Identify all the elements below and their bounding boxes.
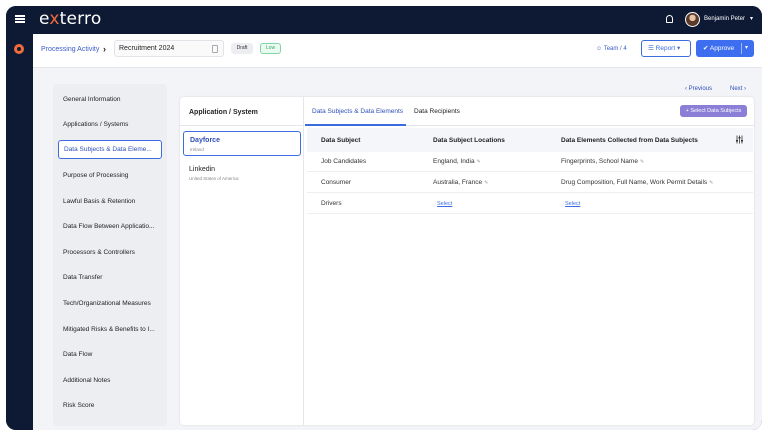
application-name: Dayforce: [190, 137, 220, 144]
bell-icon[interactable]: [666, 15, 673, 23]
previous-label: Previous: [688, 86, 713, 92]
locations-text: England, India: [433, 158, 475, 165]
team-button[interactable]: ☺ Team / 4: [596, 46, 627, 52]
main-card: Application / System Dayforce Ireland Li…: [180, 97, 754, 425]
record-name-field[interactable]: Recruitment 2024: [114, 40, 224, 57]
report-button[interactable]: ☰ Report ▾: [641, 40, 691, 57]
chevron-left-icon: ‹: [685, 86, 687, 92]
data-subjects-table: Data Subject Data Subject Locations Data…: [307, 128, 753, 240]
table-row: Drivers Select Select: [307, 194, 753, 214]
logo: exterro: [39, 9, 102, 29]
elements-text: Fingerprints, School Name: [561, 158, 638, 165]
application-location: United States of America: [189, 176, 239, 181]
previous-button[interactable]: ‹ Previous: [685, 86, 712, 92]
divider: [180, 125, 304, 126]
select-link-label: Select: [565, 201, 581, 207]
avatar[interactable]: [685, 12, 700, 27]
sidebar-item-tech-organizational-measures[interactable]: Tech/Organizational Measures: [58, 294, 162, 313]
cell-data-subject: Consumer: [321, 179, 351, 186]
sidebar-item-general-information[interactable]: General Information: [58, 90, 162, 109]
approve-button[interactable]: ✔ Approve ▾: [696, 40, 754, 57]
chevron-right-icon: ›: [744, 86, 747, 92]
team-label: Team / 4: [603, 46, 627, 52]
sidebar-item-mitigated-risks[interactable]: Mitigated Risks & Benefits to I...: [58, 320, 162, 339]
check-circle-icon: ✔: [703, 45, 709, 52]
next-button[interactable]: Next ›: [730, 86, 746, 92]
pencil-icon[interactable]: ✎: [709, 180, 713, 186]
column-header-data-subject: Data Subject: [321, 137, 361, 144]
sidebar-item-data-transfer[interactable]: Data Transfer: [58, 268, 162, 287]
risk-badge: Low: [260, 43, 281, 54]
tabs-bar: Data Subjects & Data Elements Data Recip…: [305, 97, 754, 126]
cell-data-elements: Drug Composition, Full Name, Work Permit…: [561, 179, 713, 186]
record-name: Recruitment 2024: [119, 45, 175, 52]
divider: [741, 43, 742, 54]
document-icon[interactable]: [212, 45, 218, 53]
hamburger-icon[interactable]: [15, 15, 25, 23]
status-badge: Draft: [231, 43, 253, 54]
application-item[interactable]: Dayforce Ireland: [183, 131, 301, 156]
sidebar-item-lawful-basis[interactable]: Lawful Basis & Retention: [58, 192, 162, 211]
left-rail: [6, 34, 33, 430]
active-tab-indicator: [305, 124, 406, 126]
chevron-right-icon: ›: [103, 44, 106, 54]
application-item[interactable]: Linkedin United States of America: [183, 161, 301, 186]
sidebar-item-processors-controllers[interactable]: Processors & Controllers: [58, 243, 162, 262]
content-area: Processing Activity › Recruitment 2024 D…: [33, 34, 762, 430]
select-elements-link[interactable]: Select: [565, 200, 580, 207]
cell-data-subject: Job Candidates: [321, 158, 367, 165]
application-list: Application / System Dayforce Ireland Li…: [180, 97, 304, 425]
select-data-subjects-button[interactable]: + Select Data Subjects: [680, 105, 747, 117]
application-list-header: Application / System: [189, 109, 258, 116]
elements-text: Drug Composition, Full Name, Work Permit…: [561, 179, 708, 186]
sidebar-item-additional-notes[interactable]: Additional Notes: [58, 371, 162, 390]
sidebar-item-data-flow-between-applications[interactable]: Data Flow Between Applicatio...: [58, 217, 162, 236]
chevron-down-icon[interactable]: ▾: [750, 15, 753, 22]
next-label: Next: [730, 86, 743, 92]
tab-data-recipients[interactable]: Data Recipients: [414, 108, 460, 115]
top-bar: exterro Benjamin Peter ▾: [6, 6, 762, 34]
application-name: Linkedin: [189, 166, 216, 173]
cell-locations: England, India ✎: [433, 158, 481, 165]
column-header-locations: Data Subject Locations: [433, 137, 505, 144]
approve-label: Approve: [709, 45, 735, 52]
chevron-down-icon: ▾: [676, 45, 681, 52]
breadcrumb[interactable]: Processing Activity: [41, 46, 99, 53]
section-sidebar: General Information Applications / Syste…: [53, 84, 167, 426]
sidebar-item-data-subjects[interactable]: Data Subjects & Data Eleme...: [58, 140, 162, 159]
application-location: Ireland: [190, 147, 204, 152]
cell-data-subject: Drivers: [321, 200, 342, 207]
select-locations-link[interactable]: Select: [437, 200, 452, 207]
chevron-down-icon[interactable]: ▾: [745, 40, 748, 57]
table-header: Data Subject Data Subject Locations Data…: [307, 128, 753, 152]
page-header: Processing Activity › Recruitment 2024 D…: [33, 34, 762, 68]
pencil-icon[interactable]: ✎: [477, 159, 481, 165]
table-row: Job Candidates England, India ✎ Fingerpri…: [307, 152, 753, 172]
user-name[interactable]: Benjamin Peter: [704, 16, 745, 22]
cell-locations: Australia, France ✎: [433, 179, 488, 186]
select-link-label: Select: [437, 201, 453, 207]
sidebar-item-risk-score[interactable]: Risk Score: [58, 396, 162, 415]
module-icon[interactable]: [14, 44, 24, 54]
filter-settings-icon[interactable]: [735, 135, 744, 144]
locations-text: Australia, France: [433, 179, 483, 186]
cell-data-elements: Fingerprints, School Name ✎: [561, 158, 644, 165]
sidebar-item-applications-systems[interactable]: Applications / Systems: [58, 115, 162, 134]
team-icon: ☺: [596, 46, 603, 52]
column-header-data-elements: Data Elements Collected from Data Subjec…: [561, 137, 698, 144]
sidebar-item-purpose-of-processing[interactable]: Purpose of Processing: [58, 166, 162, 185]
report-icon: ☰: [648, 45, 654, 52]
app-window: exterro Benjamin Peter ▾ Processing Acti…: [6, 6, 762, 430]
report-label: Report: [655, 45, 676, 52]
table-row: Consumer Australia, France ✎ Drug Composi…: [307, 173, 753, 193]
pencil-icon[interactable]: ✎: [640, 159, 644, 165]
sidebar-item-data-flow[interactable]: Data Flow: [58, 345, 162, 364]
tab-data-subjects-data-elements[interactable]: Data Subjects & Data Elements: [312, 108, 403, 115]
pencil-icon[interactable]: ✎: [484, 180, 488, 186]
